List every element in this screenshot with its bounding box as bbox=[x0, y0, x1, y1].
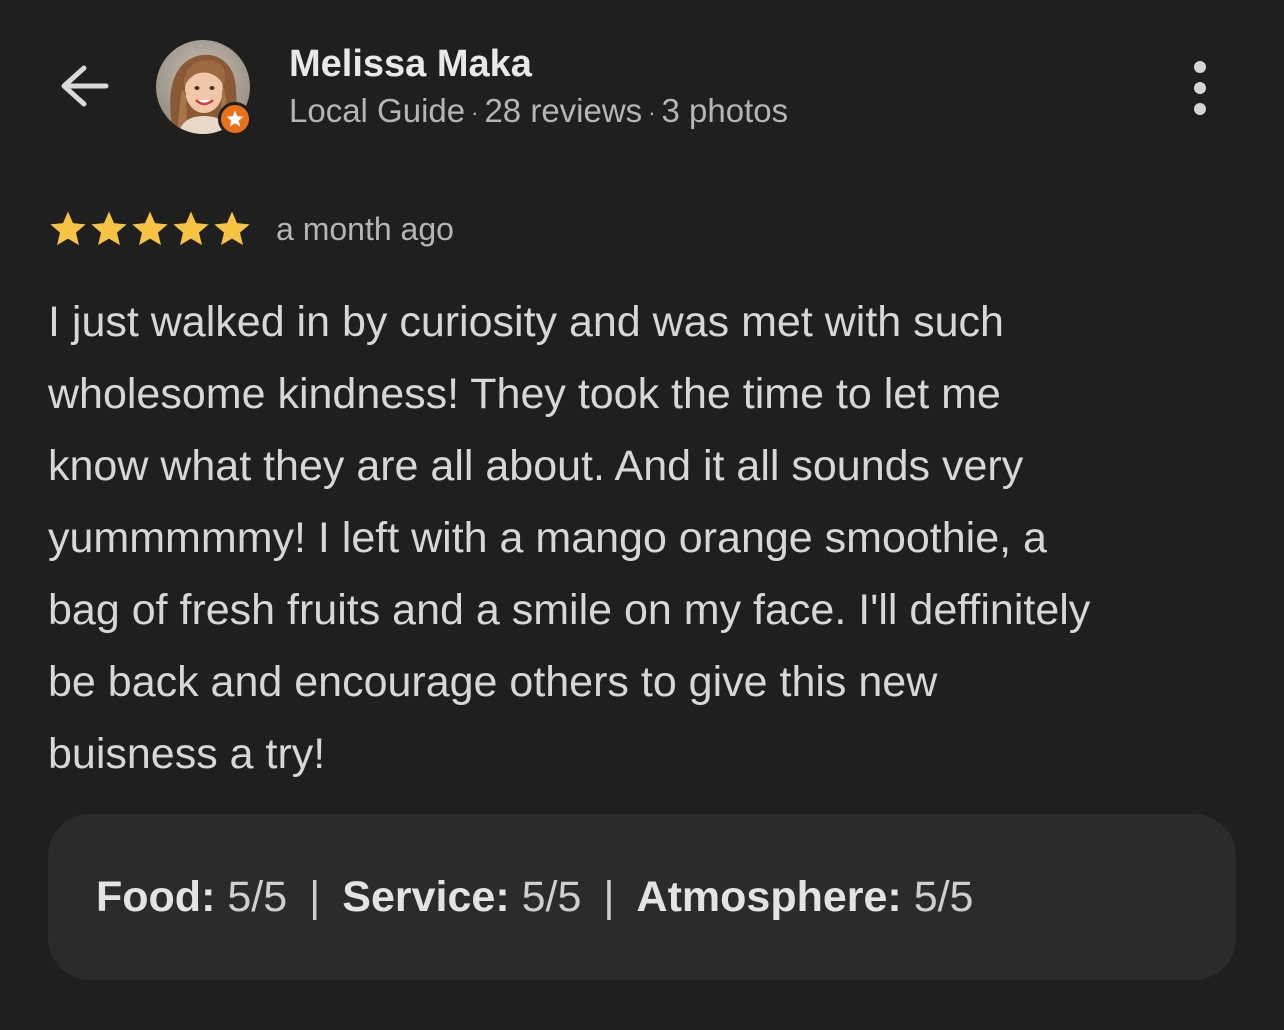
review-text-line: I just walked in by curiosity and was me… bbox=[48, 298, 1004, 346]
attribute-item: Atmosphere: 5/5 bbox=[637, 873, 974, 922]
more-vert-icon-dot bbox=[1194, 82, 1206, 94]
star-icon bbox=[212, 209, 252, 249]
star-icon bbox=[171, 209, 211, 249]
author-role: Local Guide bbox=[289, 92, 466, 129]
rating-row: a month ago bbox=[48, 206, 454, 252]
attribute-label: Service: bbox=[342, 872, 510, 921]
attribute-separator: | bbox=[309, 872, 321, 921]
attribute-separator: | bbox=[603, 872, 615, 921]
more-options-button[interactable] bbox=[1178, 56, 1222, 120]
attribute-item: Service: 5/5 bbox=[342, 873, 581, 922]
local-guide-star-icon bbox=[218, 102, 252, 136]
star-icon bbox=[130, 209, 170, 249]
meta-separator: · bbox=[471, 100, 479, 126]
meta-separator: · bbox=[648, 100, 656, 126]
star-rating bbox=[48, 209, 252, 249]
review-text: I just walked in by curiosity and was me… bbox=[48, 286, 1248, 790]
review-text-line: yummmmmy! I left with a mango orange smo… bbox=[48, 514, 1047, 562]
more-vert-icon-dot bbox=[1194, 61, 1206, 73]
review-text-line: know what they are all about. And it all… bbox=[48, 442, 1024, 490]
more-vert-icon-dot bbox=[1194, 103, 1206, 115]
attribute-label: Atmosphere: bbox=[636, 872, 902, 921]
review-text-line: wholesome kindness! They took the time t… bbox=[48, 370, 1001, 418]
star-icon bbox=[48, 209, 88, 249]
review-text-line: buisness a try! bbox=[48, 730, 326, 778]
review-attributes: Food: 5/5 | Service: 5/5 | Atmosphere: 5/5 bbox=[48, 814, 1236, 980]
review-time: a month ago bbox=[276, 210, 454, 247]
attribute-item: Food: 5/5 bbox=[96, 873, 287, 922]
attribute-value: 5/5 bbox=[215, 872, 288, 921]
attribute-value: 5/5 bbox=[901, 872, 974, 921]
author-review-count: 28 reviews bbox=[484, 92, 643, 129]
star-icon bbox=[89, 209, 129, 249]
author-meta: Local Guide · 28 reviews · 3 photos bbox=[289, 90, 788, 134]
attribute-value: 5/5 bbox=[509, 872, 582, 921]
review-text-line: bag of fresh fruits and a smile on my fa… bbox=[48, 586, 1091, 634]
attribute-label: Food: bbox=[96, 872, 216, 921]
arrow-left-icon bbox=[58, 64, 110, 113]
author-photo-count: 3 photos bbox=[661, 92, 789, 129]
author-name[interactable]: Melissa Maka bbox=[289, 42, 532, 86]
author-avatar[interactable] bbox=[156, 40, 252, 136]
review-text-line: be back and encourage others to give thi… bbox=[48, 658, 938, 706]
back-button[interactable] bbox=[54, 60, 114, 116]
